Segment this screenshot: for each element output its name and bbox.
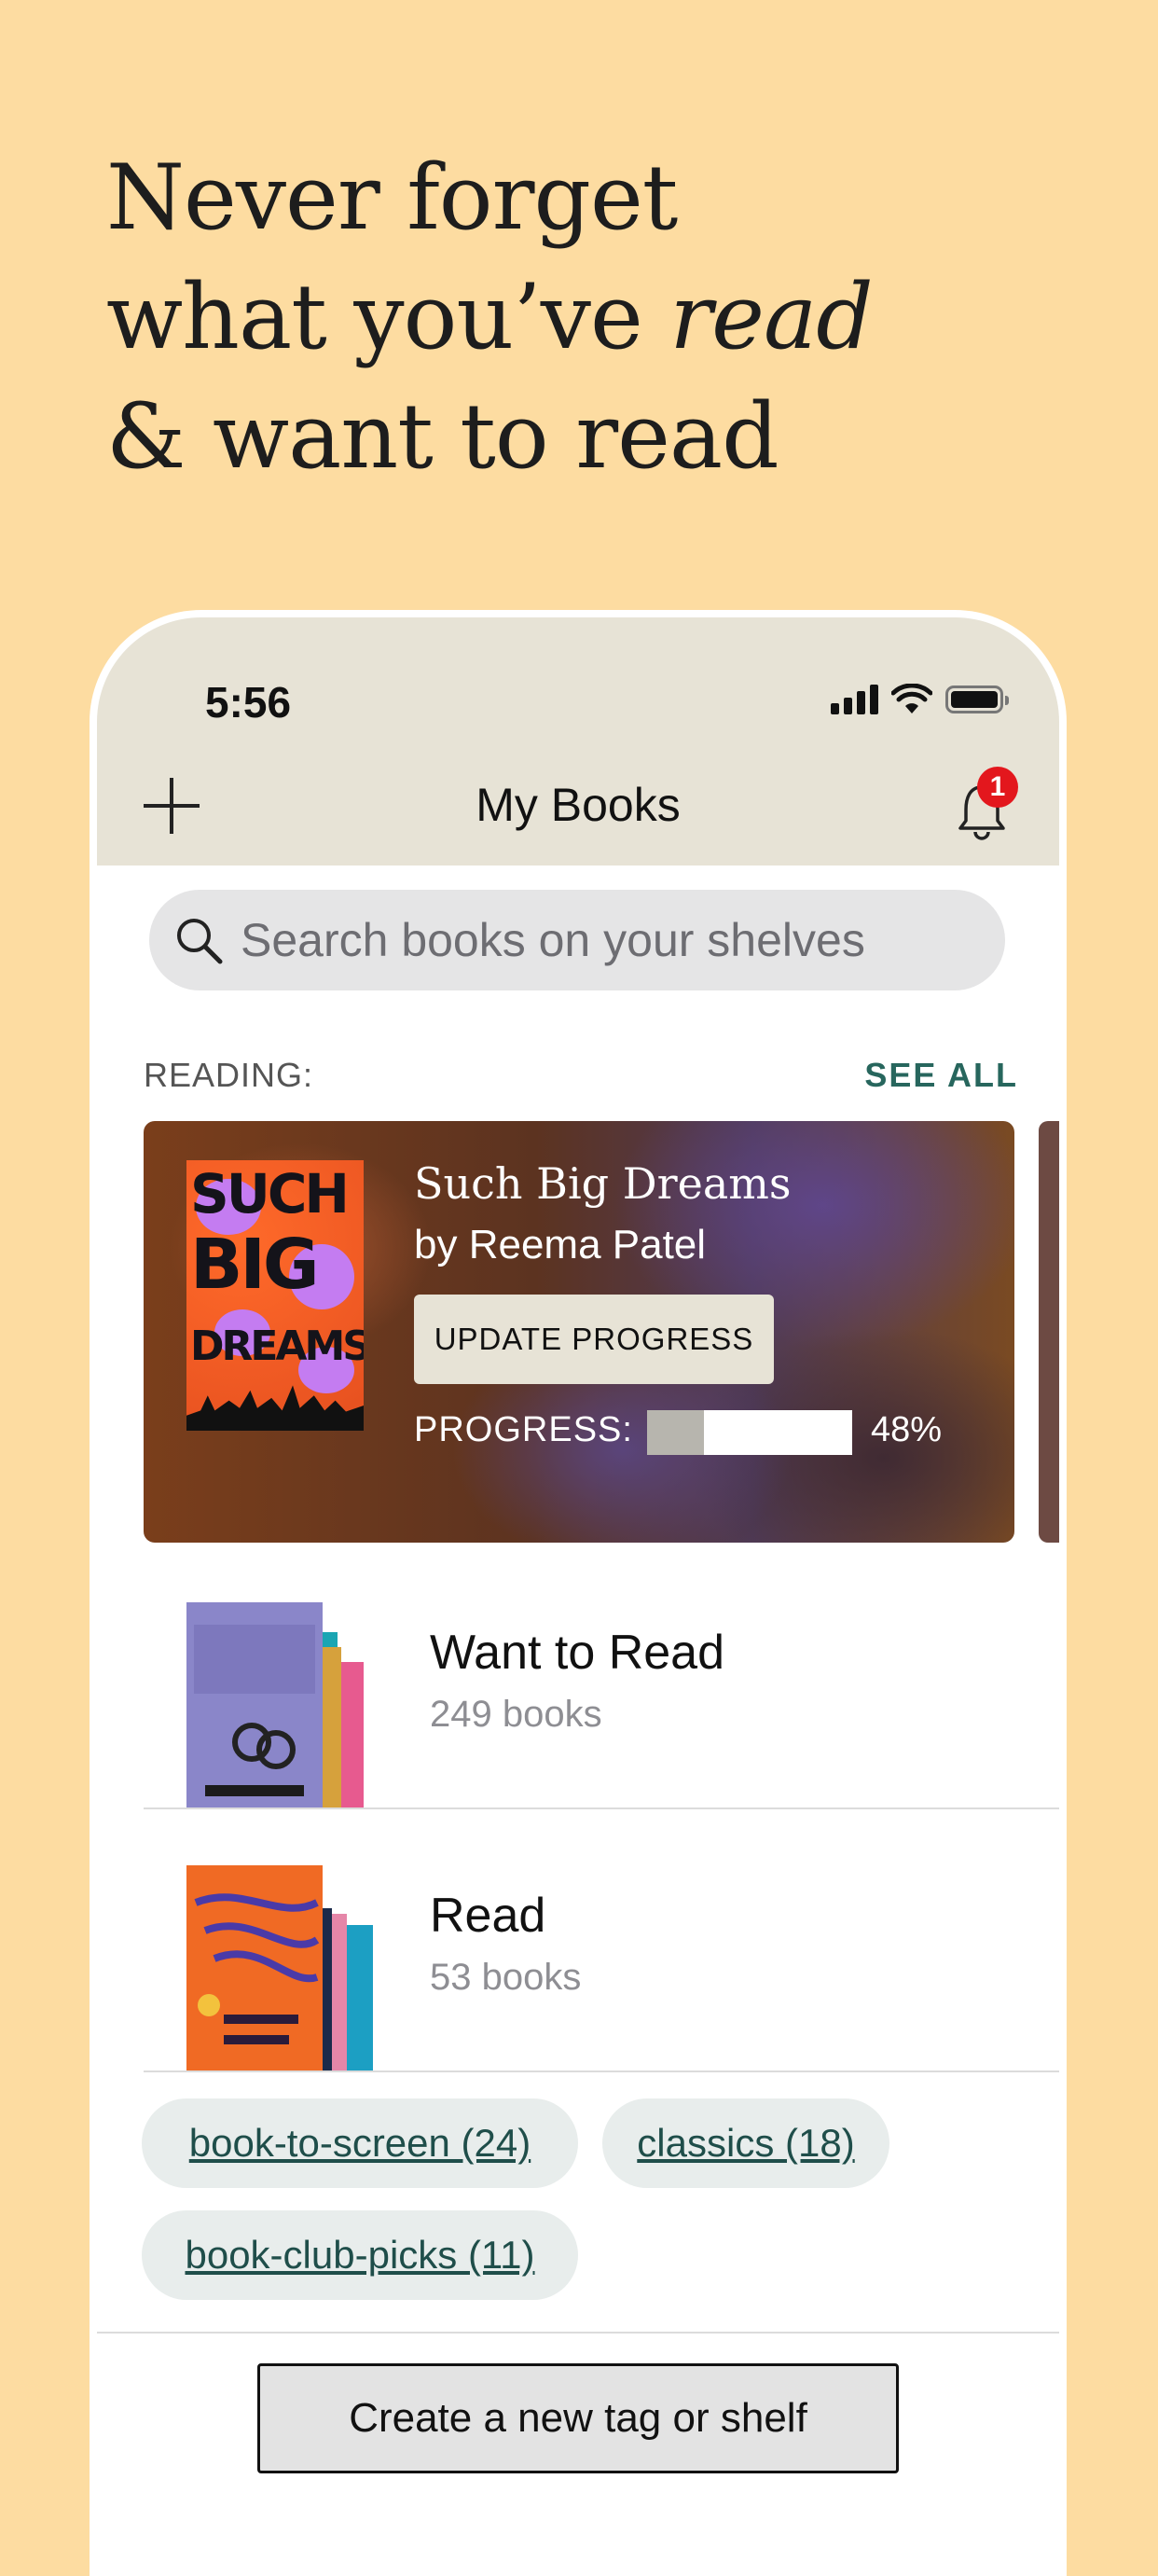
headline-line-2-text: what you’ve xyxy=(106,265,670,369)
execution-cover-art xyxy=(194,1625,315,1796)
shelf-row-read[interactable]: Read 53 books xyxy=(144,1807,1059,2072)
headline: Never forget what you’ve read & want to … xyxy=(106,138,874,496)
shelf-row-want-to-read[interactable]: Want to Read 249 books xyxy=(144,1544,1059,1809)
stack-book-cover-nightcrawling xyxy=(186,1865,323,2070)
cover-word-2: BIG xyxy=(190,1225,320,1305)
cellular-signal-icon xyxy=(831,685,878,714)
update-progress-button[interactable]: UPDATE PROGRESS xyxy=(414,1295,774,1384)
search-bar[interactable] xyxy=(149,890,1005,990)
phone-frame: 5:56 My Books 1 REA xyxy=(97,617,1059,2576)
tag-book-club-picks[interactable]: book-club-picks (11) xyxy=(142,2210,578,2300)
reading-section-label: READING: xyxy=(144,1056,314,1094)
headline-line-1: Never forget xyxy=(106,145,678,250)
headline-line-2: what you’ve read xyxy=(106,257,874,377)
shelf-name: Read xyxy=(430,1889,546,1943)
progress-bar xyxy=(647,1410,852,1455)
next-reading-card-peek[interactable] xyxy=(1039,1121,1059,1543)
shelf-name: Want to Read xyxy=(430,1626,725,1680)
currently-reading-card[interactable]: SUCH BIG DREAMS Such Big Dreams by Reema… xyxy=(144,1121,1014,1543)
notification-badge: 1 xyxy=(977,767,1018,808)
divider xyxy=(97,2332,1059,2334)
progress-fill xyxy=(647,1410,705,1455)
status-time: 5:56 xyxy=(205,678,292,727)
stack-book-cover-notes-on-an-execution xyxy=(186,1602,323,1807)
wifi-icon xyxy=(891,684,932,713)
notifications-button[interactable]: 1 xyxy=(949,767,1018,843)
tag-book-to-screen[interactable]: book-to-screen (24) xyxy=(142,2098,578,2188)
top-bar: 5:56 My Books 1 xyxy=(97,617,1059,866)
shelf-count: 249 books xyxy=(430,1694,602,1735)
read-book-stack xyxy=(186,1865,382,2070)
search-input[interactable] xyxy=(239,912,988,968)
tag-classics[interactable]: classics (18) xyxy=(602,2098,889,2188)
book-author: by Reema Patel xyxy=(414,1222,707,1267)
status-icons xyxy=(831,681,1009,718)
nightcrawling-cover-art xyxy=(194,1893,320,2044)
search-icon xyxy=(177,919,223,964)
headline-line-3: & want to read xyxy=(106,384,779,489)
book-cover-such-big-dreams[interactable]: SUCH BIG DREAMS xyxy=(186,1160,364,1431)
progress-label: PROGRESS: xyxy=(414,1410,633,1449)
shelf-count: 53 books xyxy=(430,1957,582,1998)
progress-percent: 48% xyxy=(871,1410,943,1449)
cover-word-3: DREAMS xyxy=(190,1323,364,1370)
create-tag-or-shelf-button[interactable]: Create a new tag or shelf xyxy=(257,2363,899,2473)
battery-icon xyxy=(945,686,1009,713)
book-title[interactable]: Such Big Dreams xyxy=(414,1158,791,1209)
see-all-link[interactable]: SEE ALL xyxy=(864,1056,1018,1095)
want-to-read-book-stack xyxy=(186,1602,382,1807)
cover-word-1: SUCH xyxy=(190,1162,350,1226)
page-title: My Books xyxy=(476,779,681,831)
headline-emphasis: read xyxy=(669,265,873,369)
